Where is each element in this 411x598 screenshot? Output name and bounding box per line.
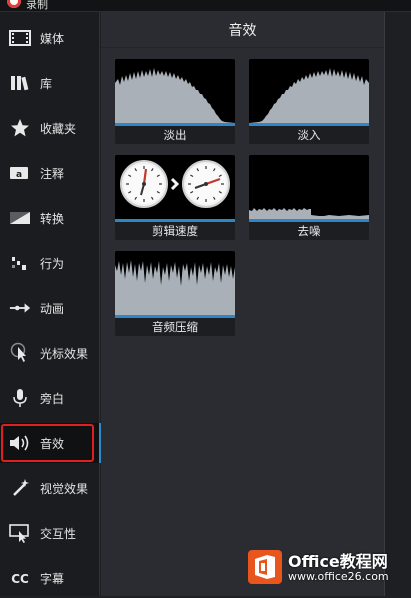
sidebar-item-label: 注释	[40, 166, 65, 181]
watermark: Office教程网 www.office26.com	[248, 548, 408, 592]
sidebar-item-label: 行为	[40, 256, 65, 271]
svg-text:a: a	[16, 170, 22, 180]
star-icon	[9, 117, 31, 139]
effect-noise-removal[interactable]: 去噪	[249, 155, 369, 240]
annotation-icon: a	[9, 162, 31, 184]
noise-removal-waveform-thumbnail	[249, 155, 369, 219]
watermark-url: www.office26.com	[288, 570, 389, 583]
effect-label: 剪辑速度	[115, 222, 235, 240]
svg-text:CC: CC	[11, 572, 29, 585]
sidebar-item-annotations[interactable]: a 注释	[0, 153, 100, 193]
office-logo-icon	[248, 550, 282, 584]
fade-in-waveform-thumbnail	[249, 59, 369, 123]
behavior-icon	[9, 252, 31, 274]
sidebar-item-interactivity[interactable]: 交互性	[0, 513, 100, 553]
sidebar-item-label: 字幕	[40, 571, 65, 586]
film-strip-icon	[9, 27, 31, 49]
sidebar-item-label: 媒体	[40, 31, 65, 46]
effect-fade-out[interactable]: 淡出	[115, 59, 235, 144]
sidebar-item-label: 转换	[40, 211, 65, 226]
sidebar-item-label: 库	[40, 76, 53, 91]
interactive-icon	[9, 522, 31, 544]
effect-fade-in[interactable]: 淡入	[249, 59, 369, 144]
sidebar-item-media[interactable]: 媒体	[0, 18, 100, 58]
title-bar: 录制	[0, 0, 411, 12]
effect-audio-compression[interactable]: 音频压缩	[115, 251, 235, 336]
sidebar: 媒体 库 收藏夹 a 注释 转换 行为 动画 光标效果 旁白 音效 视觉效果 交…	[0, 12, 101, 598]
fade-out-waveform-thumbnail	[115, 59, 235, 123]
sidebar-item-favorites[interactable]: 收藏夹	[0, 108, 100, 148]
sidebar-item-animations[interactable]: 动画	[0, 288, 100, 328]
sidebar-item-library[interactable]: 库	[0, 63, 100, 103]
cursor-effect-icon	[9, 342, 31, 364]
sidebar-item-label: 光标效果	[40, 346, 89, 361]
transition-icon	[9, 207, 31, 229]
animation-arrow-icon	[9, 297, 31, 319]
cc-icon: CC	[9, 567, 31, 589]
record-icon[interactable]	[7, 0, 21, 8]
sidebar-item-label: 视觉效果	[40, 481, 89, 496]
effect-label: 去噪	[249, 222, 369, 240]
sidebar-item-transitions[interactable]: 转换	[0, 198, 100, 238]
sidebar-item-audio-effects[interactable]: 音效	[0, 423, 101, 463]
clip-speed-clocks-thumbnail	[115, 155, 235, 219]
effect-label: 淡入	[249, 126, 369, 144]
right-panel	[384, 12, 411, 596]
sidebar-item-label: 收藏夹	[40, 121, 77, 136]
microphone-icon	[9, 387, 31, 409]
sidebar-item-label: 音效	[40, 436, 65, 451]
effect-clip-speed[interactable]: 剪辑速度	[115, 155, 235, 240]
magic-wand-icon	[9, 477, 31, 499]
library-books-icon	[9, 72, 31, 94]
window-title: 录制	[26, 0, 48, 11]
speaker-icon	[9, 432, 31, 454]
sidebar-item-behaviors[interactable]: 行为	[0, 243, 100, 283]
sidebar-item-label: 交互性	[40, 526, 77, 541]
panel-title: 音效	[101, 12, 384, 48]
sidebar-item-cursor-effects[interactable]: 光标效果	[0, 333, 100, 373]
sidebar-item-label: 动画	[40, 301, 65, 316]
audio-compression-waveform-thumbnail	[115, 251, 235, 315]
effect-label: 音频压缩	[115, 318, 235, 336]
sidebar-item-voice-narration[interactable]: 旁白	[0, 378, 100, 418]
sidebar-item-captions[interactable]: CC 字幕	[0, 558, 100, 598]
sidebar-item-label: 旁白	[40, 391, 65, 406]
watermark-title: Office教程网	[288, 552, 388, 571]
audio-effects-panel: 音效 淡出 淡入 剪辑速度 去噪 音频压缩	[101, 12, 384, 596]
sidebar-item-visual-effects[interactable]: 视觉效果	[0, 468, 100, 508]
effect-label: 淡出	[115, 126, 235, 144]
